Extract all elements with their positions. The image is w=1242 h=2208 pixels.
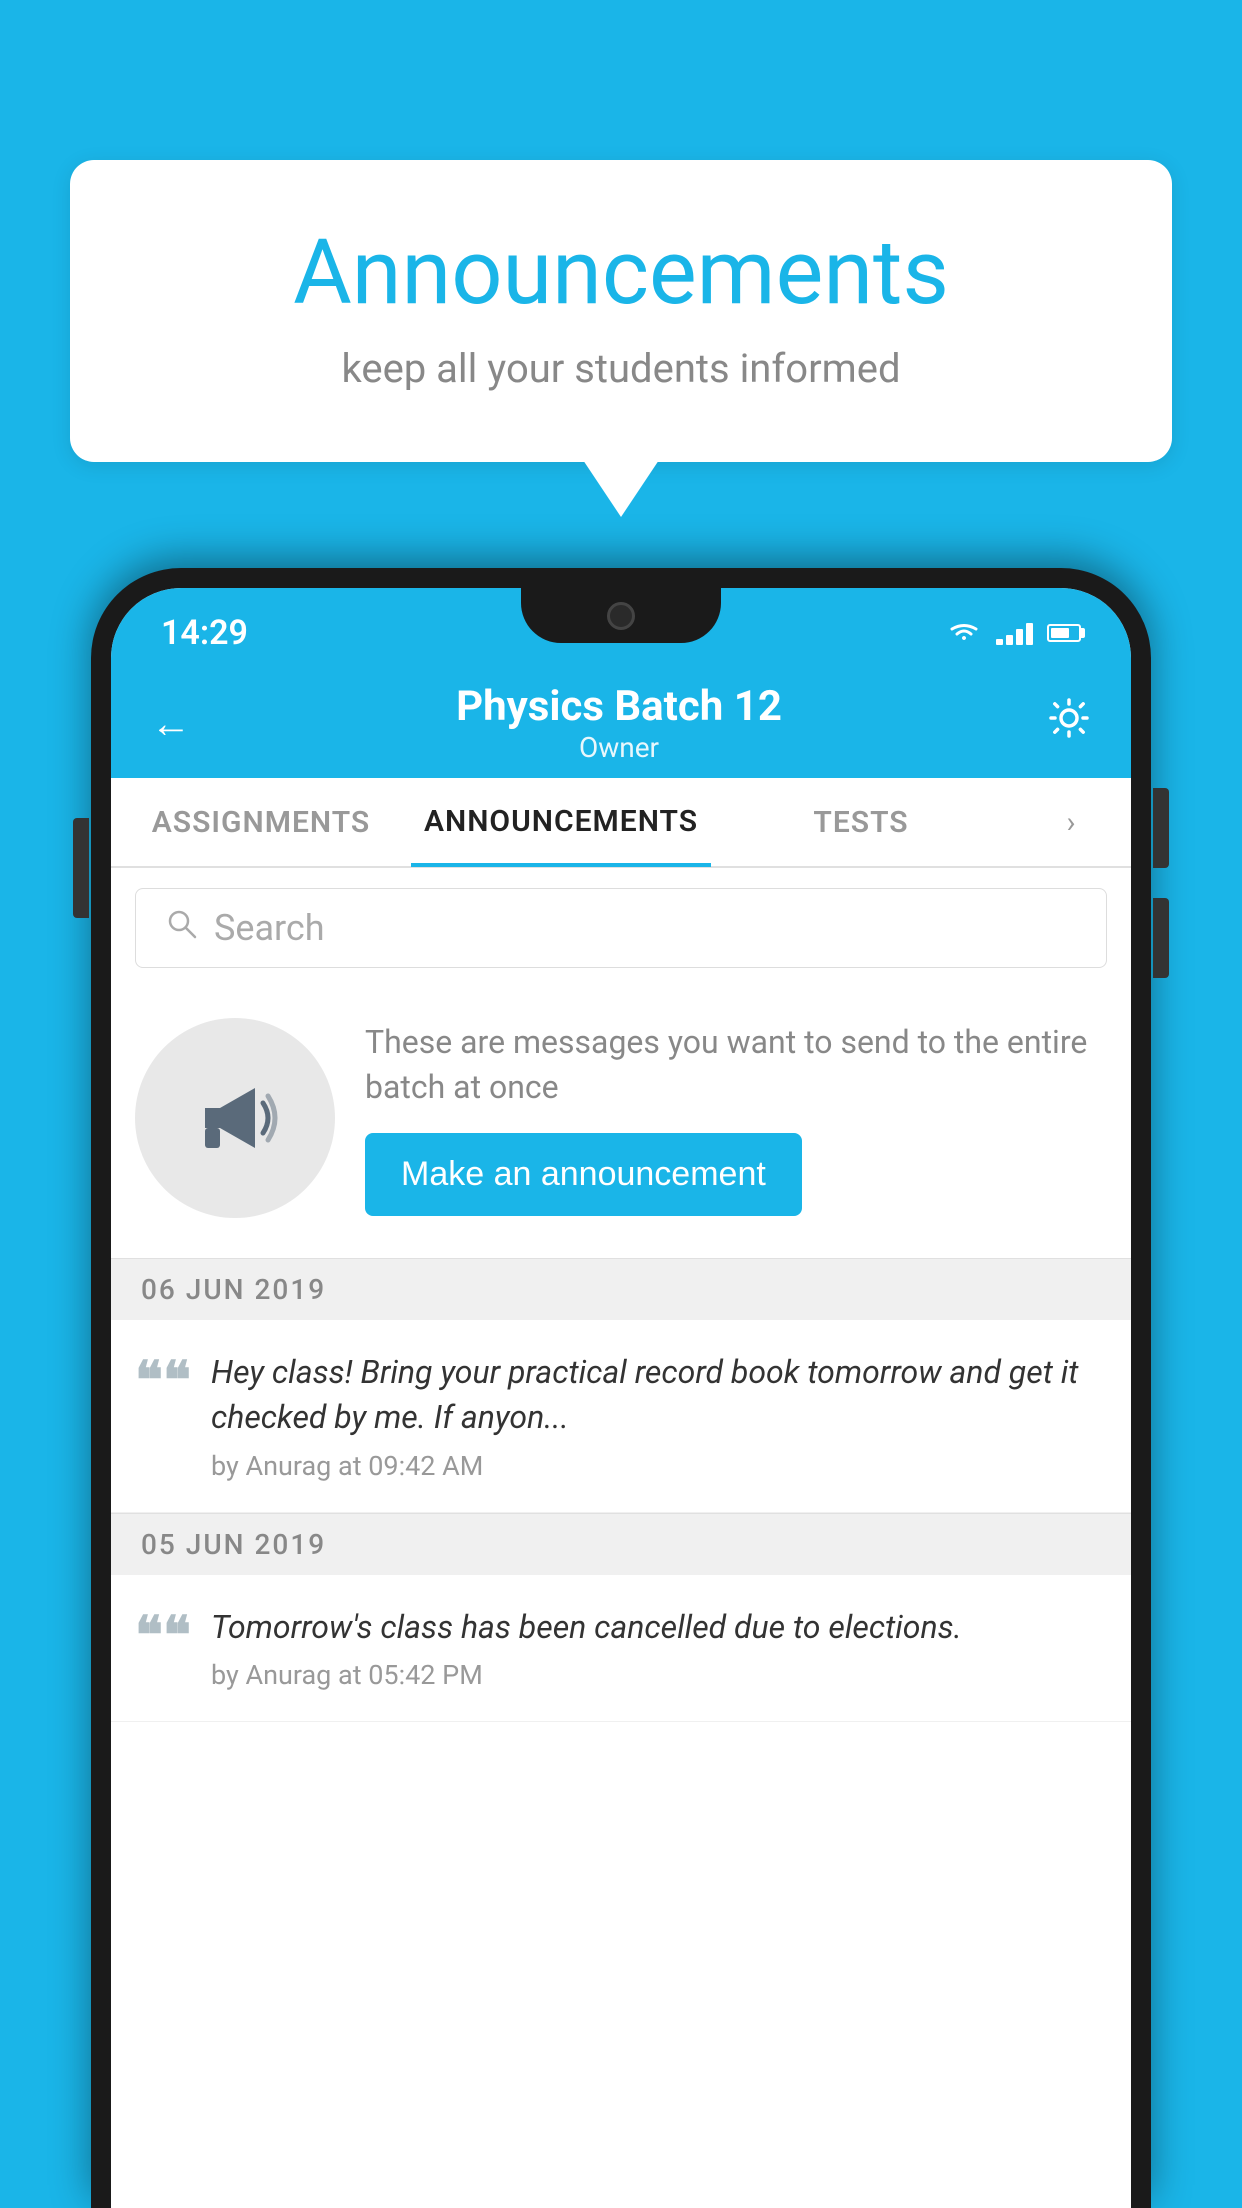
announcement-content-2: Tomorrow's class has been cancelled due … — [211, 1605, 1107, 1692]
wifi-icon — [946, 620, 982, 646]
bubble-subtitle: keep all your students informed — [150, 345, 1092, 392]
megaphone-icon — [185, 1068, 285, 1168]
phone-outer: 14:29 — [91, 568, 1151, 2208]
battery-icon — [1047, 624, 1081, 642]
search-bar[interactable]: Search — [135, 888, 1107, 968]
phone-wrapper: 14:29 — [91, 568, 1151, 2208]
notch — [521, 588, 721, 643]
status-icons — [946, 620, 1081, 646]
promo-text: These are messages you want to send to t… — [365, 1020, 1107, 1110]
volume-button — [73, 818, 89, 918]
settings-icon[interactable] — [1047, 696, 1091, 751]
tabs-container: ASSIGNMENTS ANNOUNCEMENTS TESTS › — [111, 778, 1131, 868]
bubble-title: Announcements — [150, 220, 1092, 325]
make-announcement-button[interactable]: Make an announcement — [365, 1133, 802, 1216]
tab-tests[interactable]: TESTS — [711, 778, 1011, 866]
batch-name: Physics Batch 12 — [456, 682, 782, 731]
tab-assignments[interactable]: ASSIGNMENTS — [111, 778, 411, 866]
tab-announcements[interactable]: ANNOUNCEMENTS — [411, 779, 711, 867]
speech-bubble: Announcements keep all your students inf… — [70, 160, 1172, 462]
date-separator-2: 05 JUN 2019 — [111, 1513, 1131, 1575]
tab-more[interactable]: › — [1011, 805, 1131, 840]
speech-bubble-container: Announcements keep all your students inf… — [70, 160, 1172, 462]
quote-icon-1: ❝❝ — [135, 1356, 191, 1408]
content-area: Search These are messages you want to se… — [111, 868, 1131, 2208]
signal-icon — [996, 621, 1033, 645]
phone-screen: 14:29 — [111, 588, 1131, 2208]
header-title-area: Physics Batch 12 Owner — [456, 682, 782, 764]
announcement-meta-1: by Anurag at 09:42 AM — [211, 1450, 1107, 1482]
search-icon — [166, 907, 198, 949]
date-separator-1: 06 JUN 2019 — [111, 1258, 1131, 1320]
quote-icon-2: ❝❝ — [135, 1611, 191, 1663]
camera — [607, 602, 635, 630]
announcement-text-2: Tomorrow's class has been cancelled due … — [211, 1605, 1107, 1650]
announcement-item-1[interactable]: ❝❝ Hey class! Bring your practical recor… — [111, 1320, 1131, 1513]
announcement-content-1: Hey class! Bring your practical record b… — [211, 1350, 1107, 1482]
announcement-text-1: Hey class! Bring your practical record b… — [211, 1350, 1107, 1440]
promo-right: These are messages you want to send to t… — [365, 1020, 1107, 1217]
announcement-meta-2: by Anurag at 05:42 PM — [211, 1659, 1107, 1691]
announcement-item-2[interactable]: ❝❝ Tomorrow's class has been cancelled d… — [111, 1575, 1131, 1723]
search-placeholder: Search — [214, 907, 325, 949]
power-button-2 — [1153, 898, 1169, 978]
user-role: Owner — [456, 731, 782, 764]
power-button — [1153, 788, 1169, 868]
app-header: ← Physics Batch 12 Owner — [111, 668, 1131, 778]
status-time: 14:29 — [161, 613, 248, 653]
back-button[interactable]: ← — [151, 700, 191, 747]
megaphone-circle — [135, 1018, 335, 1218]
announcement-promo: These are messages you want to send to t… — [111, 988, 1131, 1258]
